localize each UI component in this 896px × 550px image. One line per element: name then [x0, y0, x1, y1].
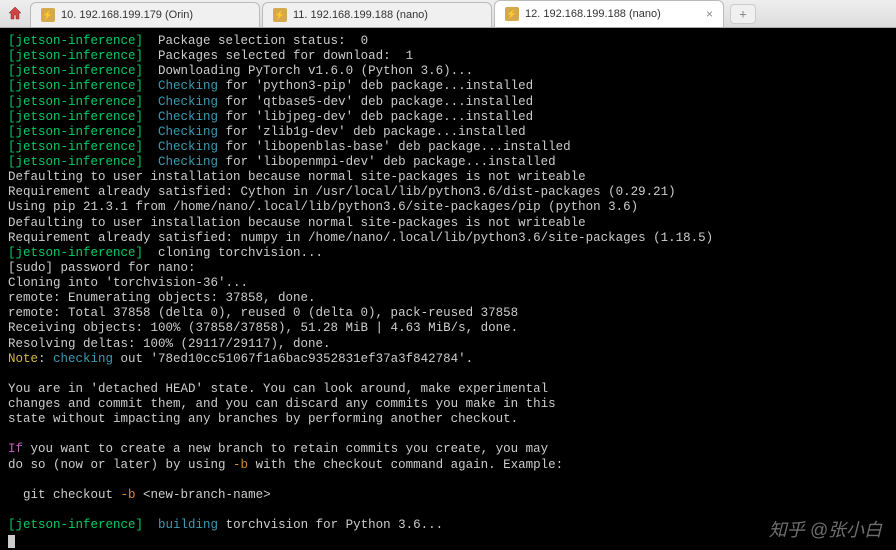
log-line: You are in 'detached HEAD' state. You ca… — [8, 382, 548, 396]
log-prefix: [jetson-inference] — [8, 246, 143, 260]
log-line: Requirement already satisfied: Cython in… — [8, 185, 676, 199]
tab-bar: ⚡ 10. 192.168.199.179 (Orin) ⚡ 11. 192.1… — [0, 0, 896, 28]
log-line: Defaulting to user installation because … — [8, 216, 586, 230]
log-line: [sudo] password for nano: — [8, 261, 196, 275]
log-prefix: [jetson-inference] — [8, 49, 143, 63]
log-line: Using pip 21.3.1 from /home/nano/.local/… — [8, 200, 638, 214]
log-line: changes and commit them, and you can dis… — [8, 397, 556, 411]
log-line: Defaulting to user installation because … — [8, 170, 586, 184]
log-line: Receiving objects: 100% (37858/37858), 5… — [8, 321, 518, 335]
terminal-cursor — [8, 535, 15, 548]
terminal-icon: ⚡ — [41, 8, 55, 22]
terminal-output[interactable]: [jetson-inference] Package selection sta… — [0, 28, 896, 550]
log-prefix: [jetson-inference] — [8, 155, 143, 169]
log-line: remote: Enumerating objects: 37858, done… — [8, 291, 316, 305]
log-prefix: [jetson-inference] — [8, 79, 143, 93]
log-prefix: [jetson-inference] — [8, 34, 143, 48]
tab-11[interactable]: ⚡ 11. 192.168.199.188 (nano) — [262, 2, 492, 27]
home-button[interactable] — [0, 0, 30, 27]
tab-12[interactable]: ⚡ 12. 192.168.199.188 (nano) × — [494, 0, 724, 27]
terminal-icon: ⚡ — [273, 8, 287, 22]
tab-10[interactable]: ⚡ 10. 192.168.199.179 (Orin) — [30, 2, 260, 27]
log-prefix: [jetson-inference] — [8, 95, 143, 109]
log-prefix: [jetson-inference] — [8, 64, 143, 78]
tab-label: 11. 192.168.199.188 (nano) — [293, 9, 428, 21]
log-line: remote: Total 37858 (delta 0), reused 0 … — [8, 306, 518, 320]
tab-label: 12. 192.168.199.188 (nano) — [525, 8, 661, 20]
if-keyword: If — [8, 442, 23, 456]
note-label: Note — [8, 352, 38, 366]
log-line: Resolving deltas: 100% (29117/29117), do… — [8, 337, 331, 351]
log-prefix: [jetson-inference] — [8, 110, 143, 124]
home-icon — [8, 6, 22, 20]
log-prefix: [jetson-inference] — [8, 140, 143, 154]
watermark: 知乎 @张小白 — [769, 520, 882, 542]
new-tab-button[interactable]: + — [730, 4, 756, 24]
log-prefix: [jetson-inference] — [8, 518, 143, 532]
terminal-icon: ⚡ — [505, 7, 519, 21]
close-icon[interactable]: × — [706, 7, 713, 21]
log-line: state without impacting any branches by … — [8, 412, 518, 426]
log-line: Requirement already satisfied: numpy in … — [8, 231, 713, 245]
tab-label: 10. 192.168.199.179 (Orin) — [61, 9, 193, 21]
log-line: Cloning into 'torchvision-36'... — [8, 276, 248, 290]
log-prefix: [jetson-inference] — [8, 125, 143, 139]
